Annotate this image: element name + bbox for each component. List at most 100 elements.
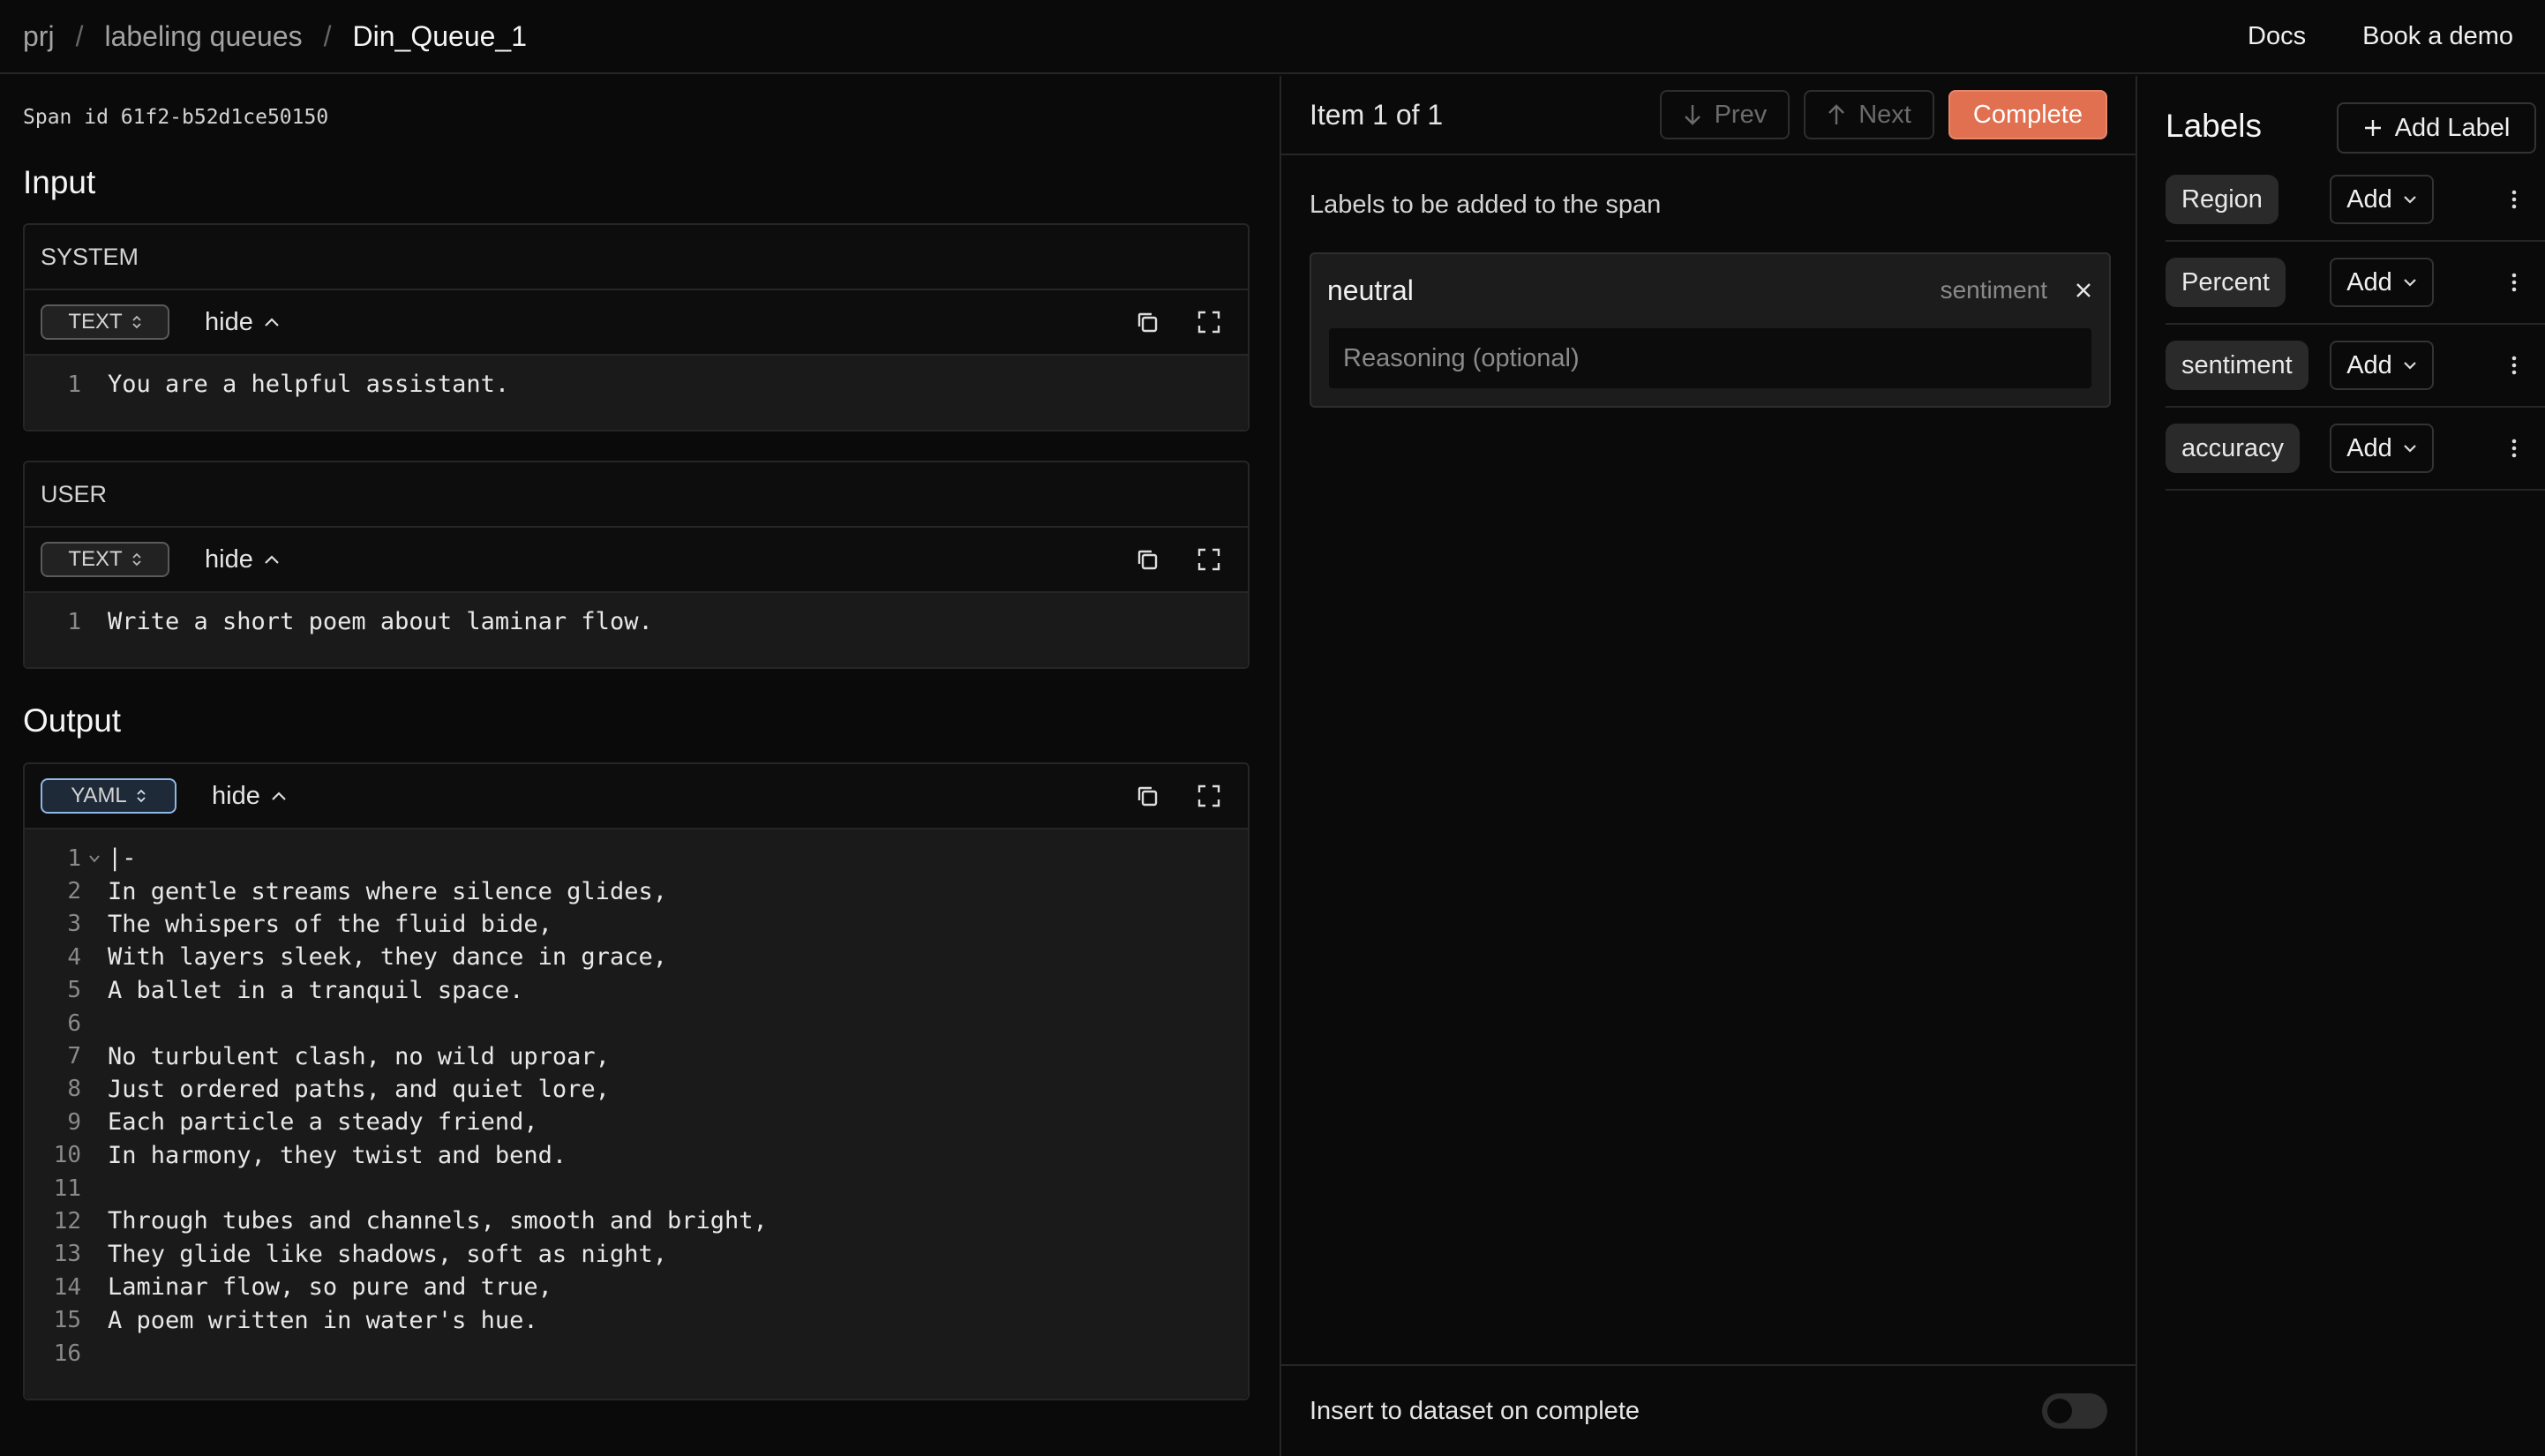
message-toolbar: TEXT hide — [25, 290, 1248, 356]
format-selector[interactable]: YAML — [41, 778, 176, 814]
add-label-text: Add Label — [2394, 113, 2511, 142]
book-demo-link[interactable]: Book a demo — [2362, 22, 2513, 51]
label-row: Percent Add — [2166, 242, 2545, 325]
line-number: 9 — [67, 1108, 81, 1136]
line-number: 6 — [67, 1009, 81, 1037]
chevron-down-icon — [2404, 362, 2416, 370]
breadcrumb-project[interactable]: prj — [23, 20, 55, 53]
breadcrumb-labeling-queues[interactable]: labeling queues — [104, 20, 302, 53]
output-title: Output — [23, 702, 122, 739]
code-line: 12 Through tubes and channels, smooth and… — [25, 1205, 1248, 1237]
code-editor[interactable]: 1 |- 2 In gentle streams where silence glid… — [25, 829, 1248, 1399]
chevron-down-icon — [2404, 279, 2416, 287]
code-line: 16 — [25, 1337, 1248, 1370]
line-number: 1 — [67, 371, 81, 398]
code-text: In gentle streams where silence glides, — [108, 877, 667, 905]
line-number: 4 — [67, 943, 81, 971]
label-chip: accuracy — [2166, 424, 2301, 473]
line-number: 7 — [67, 1043, 81, 1070]
reasoning-input[interactable]: Reasoning (optional) — [1327, 326, 2093, 390]
more-options-icon[interactable] — [2501, 341, 2527, 390]
message-toolbar: TEXT hide — [25, 528, 1248, 593]
line-number: 15 — [53, 1307, 81, 1334]
expand-icon[interactable] — [1197, 547, 1221, 572]
chevron-up-icon — [272, 792, 286, 800]
close-icon[interactable] — [2074, 281, 2093, 300]
line-number: 8 — [67, 1076, 81, 1103]
docs-link[interactable]: Docs — [2248, 22, 2306, 51]
code-text: A poem written in water's hue. — [108, 1306, 538, 1334]
copy-icon[interactable] — [1135, 784, 1160, 808]
format-selector[interactable]: TEXT — [41, 304, 169, 340]
line-number: 14 — [53, 1273, 81, 1301]
prev-button[interactable]: Prev — [1659, 90, 1791, 139]
chevron-updown-icon — [137, 789, 146, 803]
code-editor[interactable]: 1 You are a helpful assistant. — [25, 356, 1248, 430]
complete-button[interactable]: Complete — [1948, 90, 2107, 139]
code-line: 11 — [25, 1172, 1248, 1205]
add-label-button[interactable]: Add Label — [2337, 102, 2536, 154]
label-chip: sentiment — [2166, 341, 2309, 390]
expand-icon[interactable] — [1197, 784, 1221, 808]
code-line: 4 With layers sleek, they dance in grace, — [25, 941, 1248, 973]
code-text: In harmony, they twist and bend. — [108, 1141, 567, 1169]
next-label: Next — [1858, 100, 1911, 129]
queue-navigation: Item 1 of 1 Prev Next Complete — [1281, 76, 2136, 155]
code-text: The whispers of the fluid bide, — [108, 910, 552, 938]
chevron-down-icon — [2404, 196, 2416, 204]
more-options-icon[interactable] — [2501, 258, 2527, 307]
chevron-down-icon — [2404, 445, 2416, 453]
pending-label-type: sentiment — [1940, 276, 2047, 304]
code-text: You are a helpful assistant. — [108, 371, 510, 399]
more-options-icon[interactable] — [2501, 175, 2527, 224]
add-label-dropdown[interactable]: Add — [2330, 258, 2434, 307]
code-editor[interactable]: 1 Write a short poem about laminar flow. — [25, 593, 1248, 667]
fold-chevron-icon[interactable] — [81, 854, 108, 863]
code-line: 6 — [25, 1007, 1248, 1039]
hide-label: hide — [212, 781, 260, 810]
label-chip: Region — [2166, 175, 2278, 224]
insert-dataset-toggle[interactable] — [2042, 1393, 2107, 1429]
hide-toggle[interactable]: hide — [212, 782, 287, 811]
output-message: YAML hide 1 |- 2 In gentle streams where si… — [23, 762, 1250, 1400]
code-text: Write a short poem about laminar flow. — [108, 608, 653, 636]
insert-dataset-label: Insert to dataset on complete — [1310, 1396, 1640, 1425]
line-number: 10 — [53, 1142, 81, 1169]
hide-toggle[interactable]: hide — [205, 308, 280, 337]
hide-toggle[interactable]: hide — [205, 545, 280, 574]
insert-dataset-row: Insert to dataset on complete — [1281, 1364, 2136, 1456]
user-message: USER TEXT hide 1 Write a short poem abou… — [23, 461, 1250, 669]
pending-label-card: neutral sentiment Reasoning (optional) — [1310, 252, 2111, 408]
hide-label: hide — [205, 307, 253, 336]
next-button[interactable]: Next — [1804, 90, 1934, 139]
add-label-dropdown[interactable]: Add — [2330, 341, 2434, 390]
labels-panel: Labels Add Label Region Add Percent Add sent… — [2139, 76, 2545, 1456]
arrow-up-icon — [1828, 104, 1845, 124]
chevron-up-icon — [265, 318, 279, 326]
add-label-dropdown[interactable]: Add — [2330, 175, 2434, 224]
copy-icon[interactable] — [1135, 310, 1160, 334]
code-text: |- — [108, 844, 137, 873]
expand-icon[interactable] — [1197, 310, 1221, 334]
format-selector[interactable]: TEXT — [41, 542, 169, 577]
label-row: Region Add — [2166, 159, 2545, 242]
code-line: 15 A poem written in water's hue. — [25, 1303, 1248, 1336]
chevron-updown-icon — [132, 552, 141, 567]
toggle-knob — [2047, 1399, 2072, 1423]
code-line: 13 They glide like shadows, soft as night… — [25, 1238, 1248, 1271]
breadcrumb-separator: / — [75, 19, 84, 52]
line-number: 1 — [67, 608, 81, 635]
add-dropdown-label: Add — [2346, 184, 2392, 214]
code-text: Laminar flow, so pure and true, — [108, 1273, 552, 1302]
span-content-pane: Span id 61f2-b52d1ce50150 Input SYSTEM T… — [0, 76, 1280, 1456]
line-number: 16 — [53, 1340, 81, 1367]
chevron-updown-icon — [132, 315, 141, 329]
format-label: TEXT — [68, 547, 123, 571]
hide-label: hide — [205, 544, 253, 574]
copy-icon[interactable] — [1135, 547, 1160, 572]
add-label-dropdown[interactable]: Add — [2330, 424, 2434, 473]
more-options-icon[interactable] — [2501, 424, 2527, 473]
code-line: 3 The whispers of the fluid bide, — [25, 908, 1248, 941]
code-line: 9 Each particle a steady friend, — [25, 1106, 1248, 1138]
labels-title: Labels — [2166, 108, 2263, 144]
